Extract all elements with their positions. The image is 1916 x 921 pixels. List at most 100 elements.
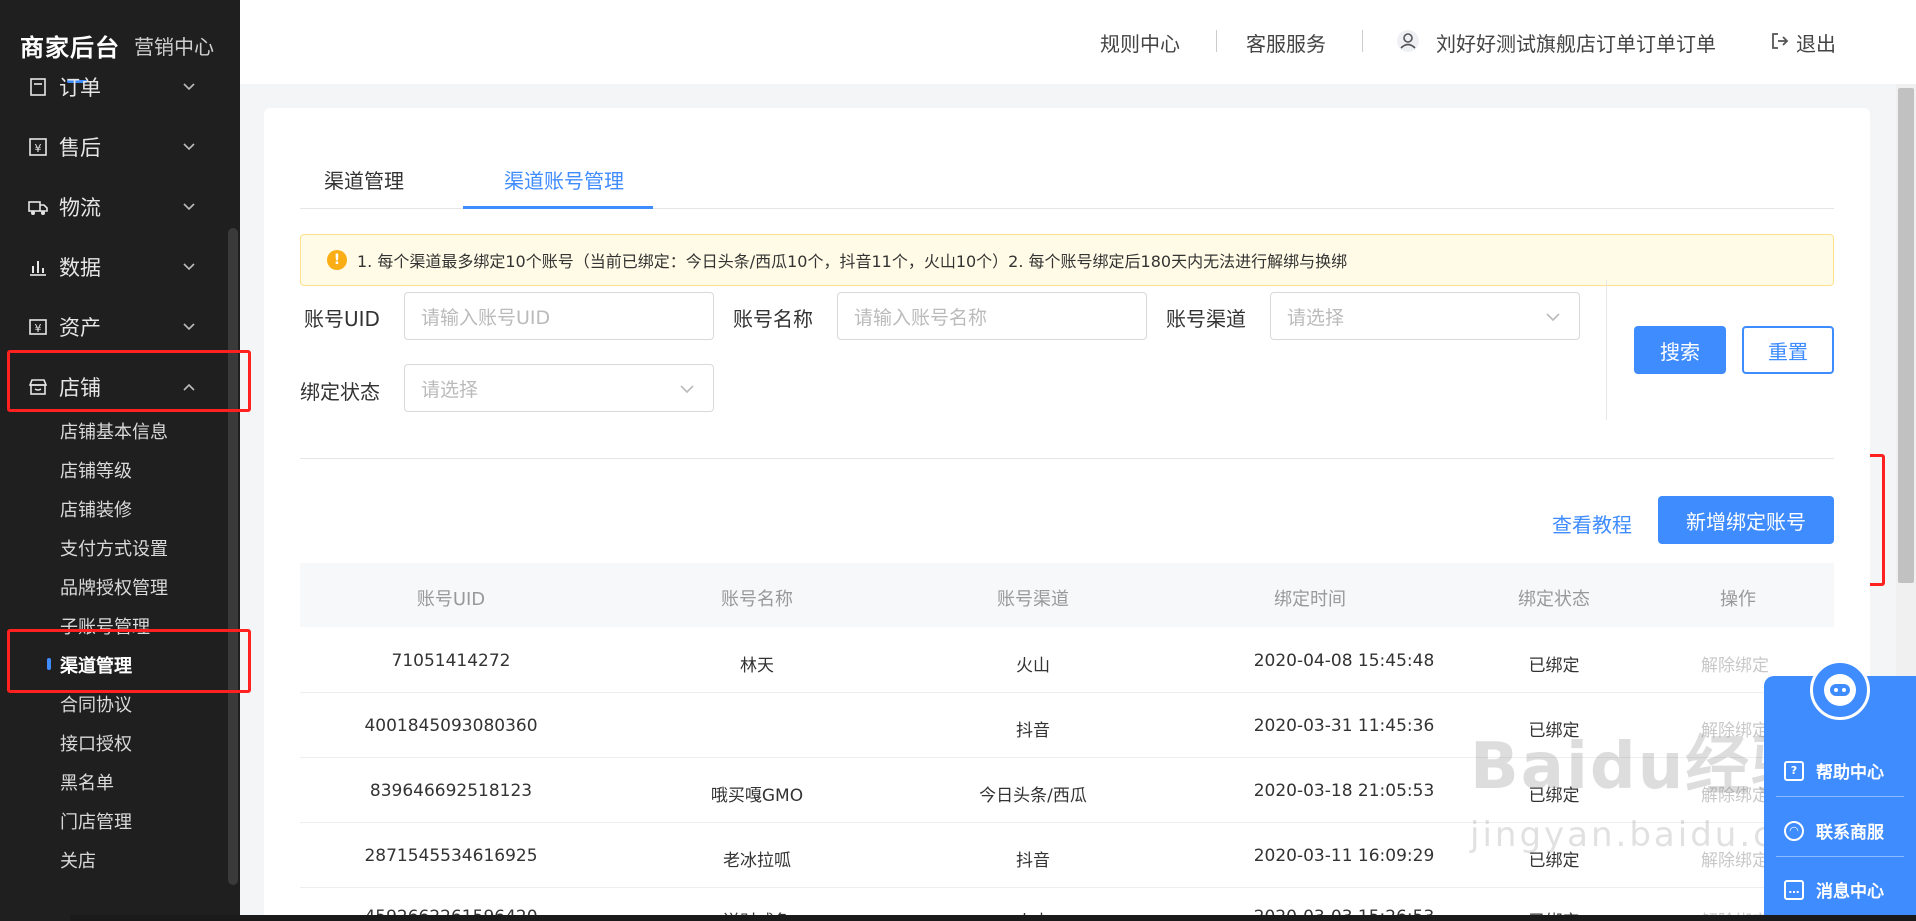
reset-button[interactable]: 重置 xyxy=(1742,326,1834,374)
cell-name: 老冰拉呱 xyxy=(723,851,791,871)
column-header-status: 绑定状态 xyxy=(1518,589,1590,610)
uid-placeholder: 请输入账号UID xyxy=(421,306,551,329)
chevron-down-icon xyxy=(680,385,694,394)
tab-active-indicator xyxy=(463,206,653,209)
uid-label: 账号UID xyxy=(304,307,380,331)
column-header-channel: 账号渠道 xyxy=(997,589,1069,610)
submenu-close-store[interactable]: 关店 xyxy=(60,847,96,873)
highlight-store-menu xyxy=(7,350,251,412)
column-header-action: 操作 xyxy=(1720,589,1756,610)
tab-channel-account-management[interactable]: 渠道账号管理 xyxy=(504,165,624,194)
search-button[interactable]: 搜索 xyxy=(1634,326,1726,374)
logout-link[interactable]: 退出 xyxy=(1796,28,1836,57)
cell-uid: 2871545534616925 xyxy=(364,846,538,866)
menu-item-order[interactable]: 订单 xyxy=(0,62,228,112)
svg-text:¥: ¥ xyxy=(35,322,42,335)
contact-service-link[interactable]: ◠ 联系商服 xyxy=(1784,818,1884,843)
contact-service-label: 联系商服 xyxy=(1816,823,1884,843)
warning-icon: ! xyxy=(327,250,347,270)
user-store-name[interactable]: 刘好好测试旗舰店订单订单订单 xyxy=(1436,28,1716,57)
submenu-store-management[interactable]: 门店管理 xyxy=(60,808,132,834)
column-header-time: 绑定时间 xyxy=(1274,589,1346,610)
cell-time: 2020-04-08 15:45:48 xyxy=(1253,651,1435,671)
brand-title: 商家后台 xyxy=(20,34,120,62)
page-scrollbar-thumb[interactable] xyxy=(1898,88,1914,583)
marketing-center-link[interactable]: 营销中心 xyxy=(134,31,214,60)
cell-uid: 71051414272 xyxy=(391,651,511,671)
cell-time: 2020-03-31 11:45:36 xyxy=(1253,716,1435,736)
menu-item-aftersale[interactable]: ¥ 售后 xyxy=(0,122,228,172)
row-divider xyxy=(300,692,1834,693)
submenu-store-decoration[interactable]: 店铺装修 xyxy=(60,496,132,522)
tutorial-link[interactable]: 查看教程 xyxy=(1552,509,1632,538)
rules-center-link[interactable]: 规则中心 xyxy=(1100,28,1180,57)
cell-uid: 4001845093080360 xyxy=(364,716,538,736)
aftersale-icon: ¥ xyxy=(27,137,49,157)
highlight-channel-management xyxy=(7,629,251,693)
add-binding-account-button[interactable]: 新增绑定账号 xyxy=(1658,496,1834,544)
submenu-api-authorization[interactable]: 接口授权 xyxy=(60,730,132,756)
message-center-label: 消息中心 xyxy=(1816,882,1884,902)
help-icon: ? xyxy=(1784,760,1804,781)
channel-placeholder: 请选择 xyxy=(1287,306,1345,329)
headset-icon: ◠ xyxy=(1784,820,1804,841)
name-placeholder: 请输入账号名称 xyxy=(854,306,988,329)
chart-icon xyxy=(27,257,49,277)
name-input[interactable]: 请输入账号名称 xyxy=(837,292,1147,340)
logout-icon xyxy=(1772,33,1789,49)
submenu-contract[interactable]: 合同协议 xyxy=(60,691,132,717)
row-divider xyxy=(300,887,1834,888)
message-center-link[interactable]: … 消息中心 xyxy=(1784,877,1884,902)
status-placeholder: 请选择 xyxy=(421,378,479,401)
menu-item-data[interactable]: 数据 xyxy=(0,242,228,292)
status-label: 绑定状态 xyxy=(300,380,380,404)
status-select[interactable]: 请选择 xyxy=(404,364,714,412)
submenu-payment-settings[interactable]: 支付方式设置 xyxy=(60,535,168,561)
order-icon xyxy=(27,77,49,97)
message-icon: … xyxy=(1784,879,1804,900)
notice-text: 1. 每个渠道最多绑定10个账号（当前已绑定：今日头条/西瓜10个，抖音11个，… xyxy=(357,252,1348,271)
chevron-down-icon xyxy=(183,143,195,151)
column-header-name: 账号名称 xyxy=(721,589,793,610)
help-center-link[interactable]: ? 帮助中心 xyxy=(1784,758,1884,783)
chevron-down-icon xyxy=(1546,313,1560,322)
submenu-blacklist[interactable]: 黑名单 xyxy=(60,769,114,795)
unbind-link[interactable]: 解除绑定 xyxy=(1701,651,1769,676)
cell-channel: 抖音 xyxy=(1016,851,1050,871)
sidebar: 商家后台 营销中心 订单 ¥ 售后 物流 数据 ¥ 资产 店铺 店铺基本信息 店… xyxy=(0,0,240,921)
cell-channel: 火山 xyxy=(1016,656,1050,676)
menu-item-asset[interactable]: ¥ 资产 xyxy=(0,302,228,352)
svg-text:¥: ¥ xyxy=(35,142,42,155)
chevron-down-icon xyxy=(183,203,195,211)
submenu-store-level[interactable]: 店铺等级 xyxy=(60,457,132,483)
cell-time: 2020-03-18 21:05:53 xyxy=(1253,781,1435,801)
menu-label: 资产 xyxy=(59,316,101,340)
bottom-edge-bar xyxy=(70,915,1916,921)
channel-label: 账号渠道 xyxy=(1166,307,1246,331)
menu-label: 数据 xyxy=(59,256,101,280)
user-icon xyxy=(1397,30,1419,52)
cell-status: 已绑定 xyxy=(1528,656,1580,676)
name-label: 账号名称 xyxy=(733,307,813,331)
robot-avatar-icon[interactable] xyxy=(1810,660,1870,720)
topbar-divider xyxy=(1216,30,1217,52)
asset-icon: ¥ xyxy=(27,317,49,337)
customer-service-link[interactable]: 客服服务 xyxy=(1246,28,1326,57)
sidebar-scrollbar[interactable] xyxy=(228,228,238,885)
chevron-down-icon xyxy=(183,83,195,91)
channel-select[interactable]: 请选择 xyxy=(1270,292,1580,340)
filter-divider xyxy=(1606,280,1607,420)
uid-input[interactable]: 请输入账号UID xyxy=(404,292,714,340)
submenu-brand-authorization[interactable]: 品牌授权管理 xyxy=(60,574,168,600)
chevron-down-icon xyxy=(183,323,195,331)
submenu-store-basic-info[interactable]: 店铺基本信息 xyxy=(60,418,168,444)
help-divider xyxy=(1776,856,1904,857)
menu-item-logistics[interactable]: 物流 xyxy=(0,182,228,232)
cell-name: 哦买嘎GMO xyxy=(710,786,804,806)
section-divider xyxy=(300,458,1834,459)
help-divider xyxy=(1776,796,1904,797)
cell-name: 林天 xyxy=(740,656,774,676)
cell-channel: 抖音 xyxy=(1016,721,1050,741)
cell-time: 2020-03-11 16:09:29 xyxy=(1253,846,1435,866)
tab-channel-management[interactable]: 渠道管理 xyxy=(324,165,404,194)
